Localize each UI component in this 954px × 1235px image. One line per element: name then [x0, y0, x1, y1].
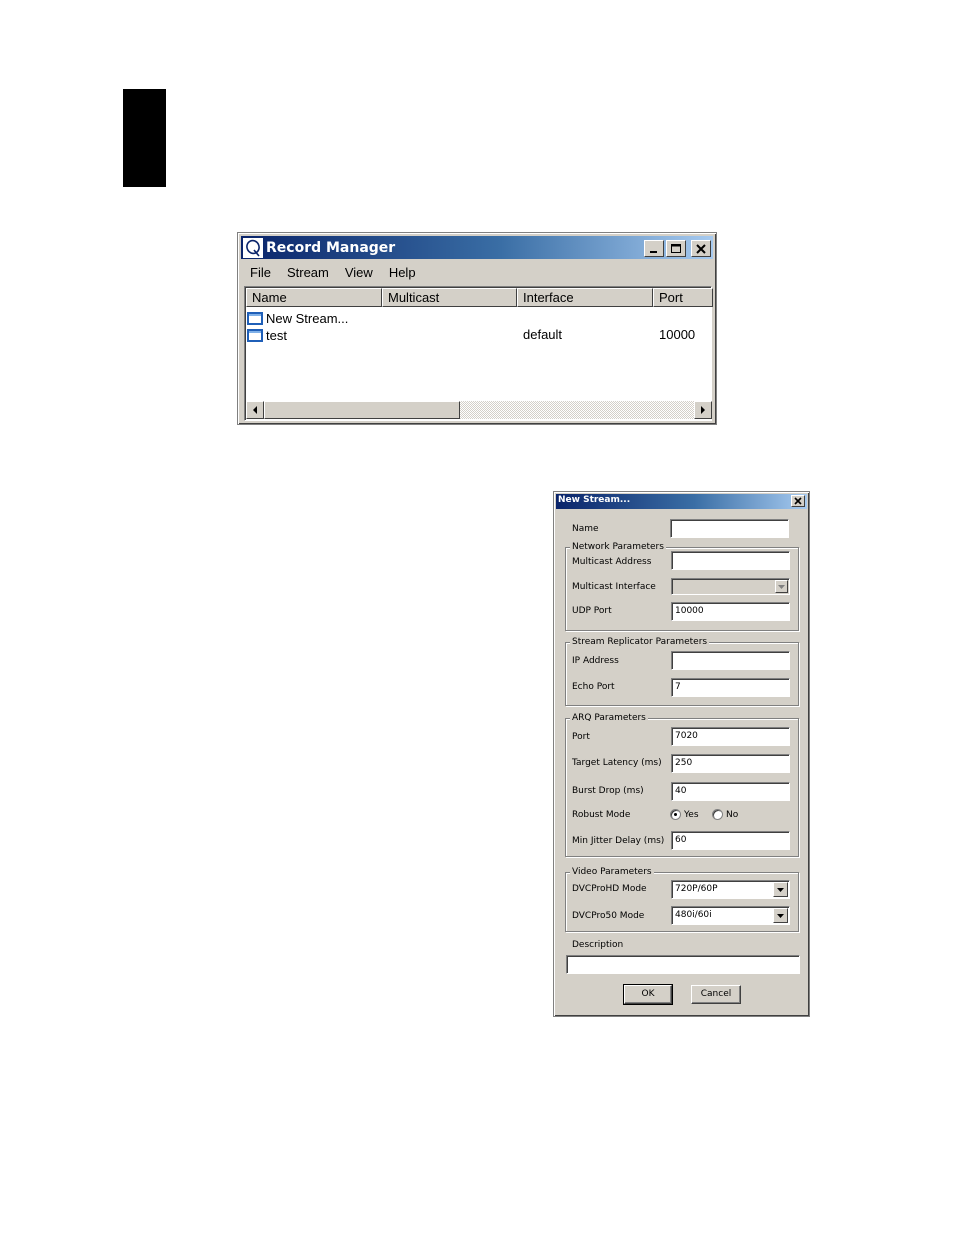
scroll-left-button[interactable]	[246, 401, 264, 419]
ok-button[interactable]: OK	[623, 984, 673, 1005]
stream-icon	[247, 312, 263, 325]
burst-drop-input[interactable]: 40	[671, 782, 790, 801]
robust-yes-label: Yes	[684, 810, 699, 820]
burst-drop-label: Burst Drop (ms)	[572, 786, 644, 796]
record-manager-titlebar[interactable]: Record Manager	[241, 236, 713, 259]
column-header-name[interactable]: Name	[246, 288, 382, 307]
group-title: Stream Replicator Parameters	[570, 637, 710, 647]
min-jitter-label: Min Jitter Delay (ms)	[572, 836, 665, 846]
row-interface: default	[523, 327, 563, 342]
select-value: 720P/60P	[675, 884, 718, 894]
dropdown-button[interactable]	[773, 882, 788, 897]
minimize-icon	[650, 250, 657, 253]
row-name: New Stream...	[266, 311, 349, 326]
stream-icon	[247, 329, 263, 342]
robust-mode-yes-radio[interactable]	[670, 809, 681, 820]
arrow-right-icon	[701, 406, 705, 414]
maximize-icon	[671, 243, 681, 253]
column-header-multicast[interactable]: Multicast	[382, 288, 517, 307]
maximize-button[interactable]	[666, 240, 686, 257]
dropdown-button[interactable]	[775, 580, 788, 593]
scrollbar-thumb[interactable]	[264, 401, 460, 419]
dialog-title: New Stream...	[558, 495, 631, 505]
target-latency-label: Target Latency (ms)	[572, 758, 662, 768]
close-icon	[696, 243, 706, 254]
app-logo-icon	[243, 237, 263, 258]
close-button[interactable]	[691, 240, 711, 257]
chevron-down-icon	[777, 887, 784, 892]
dvcpro50-mode-label: DVCPro50 Mode	[572, 911, 645, 921]
column-header-interface[interactable]: Interface	[517, 288, 653, 307]
ip-address-input[interactable]	[671, 651, 790, 670]
name-label: Name	[572, 524, 599, 534]
new-stream-dialog: New Stream... Name Network Parameters Mu…	[553, 491, 810, 1017]
echo-port-input[interactable]: 7	[671, 678, 790, 697]
multicast-address-label: Multicast Address	[572, 557, 652, 567]
window-title: Record Manager	[266, 239, 396, 256]
list-item[interactable]: test default 10000	[247, 327, 707, 344]
record-manager-window: Record Manager File Stream View Help Nam…	[237, 232, 717, 425]
stream-list[interactable]: Name Multicast Interface Port New Stream…	[244, 286, 713, 421]
target-latency-input[interactable]: 250	[671, 754, 790, 773]
multicast-interface-label: Multicast Interface	[572, 582, 656, 592]
menu-view[interactable]: View	[337, 265, 381, 280]
dialog-close-button[interactable]	[791, 495, 805, 507]
chevron-down-icon	[778, 584, 785, 589]
list-item[interactable]: New Stream...	[247, 310, 707, 327]
ip-address-label: IP Address	[572, 656, 619, 666]
arq-port-label: Port	[572, 732, 590, 742]
chapter-tab-marker	[123, 89, 166, 187]
select-value: 480i/60i	[675, 910, 712, 920]
dialog-titlebar[interactable]: New Stream...	[556, 494, 807, 509]
column-header-port[interactable]: Port	[653, 288, 713, 307]
menu-bar: File Stream View Help	[241, 260, 713, 284]
chevron-down-icon	[777, 913, 784, 918]
multicast-interface-select[interactable]	[671, 578, 790, 595]
min-jitter-input[interactable]: 60	[671, 831, 790, 850]
arq-port-input[interactable]: 7020	[671, 727, 790, 746]
dropdown-button[interactable]	[773, 908, 788, 923]
multicast-address-input[interactable]	[671, 551, 790, 570]
dvcprohd-mode-select[interactable]: 720P/60P	[671, 880, 790, 899]
echo-port-label: Echo Port	[572, 682, 615, 692]
menu-file[interactable]: File	[241, 265, 279, 280]
menu-help[interactable]: Help	[381, 265, 424, 280]
minimize-button[interactable]	[644, 240, 664, 257]
robust-no-label: No	[726, 810, 739, 820]
list-header: Name Multicast Interface Port	[246, 288, 713, 307]
description-input[interactable]	[566, 955, 800, 974]
robust-mode-no-radio[interactable]	[712, 809, 723, 820]
row-port: 10000	[659, 327, 696, 342]
description-label: Description	[572, 940, 624, 950]
udp-port-input[interactable]: 10000	[671, 602, 790, 621]
robust-mode-label: Robust Mode	[572, 810, 631, 820]
scroll-right-button[interactable]	[694, 401, 712, 419]
dvcpro50-mode-select[interactable]: 480i/60i	[671, 906, 790, 925]
name-input[interactable]	[670, 519, 789, 538]
group-title: ARQ Parameters	[570, 713, 648, 723]
row-name: test	[266, 328, 287, 343]
cancel-button[interactable]: Cancel	[691, 985, 741, 1004]
dvcprohd-mode-label: DVCProHD Mode	[572, 884, 647, 894]
close-icon	[794, 497, 802, 505]
arrow-left-icon	[253, 406, 257, 414]
menu-stream[interactable]: Stream	[279, 265, 337, 280]
udp-port-label: UDP Port	[572, 606, 612, 616]
horizontal-scrollbar[interactable]	[246, 401, 712, 419]
group-title: Video Parameters	[570, 867, 654, 877]
group-title: Network Parameters	[570, 542, 666, 552]
